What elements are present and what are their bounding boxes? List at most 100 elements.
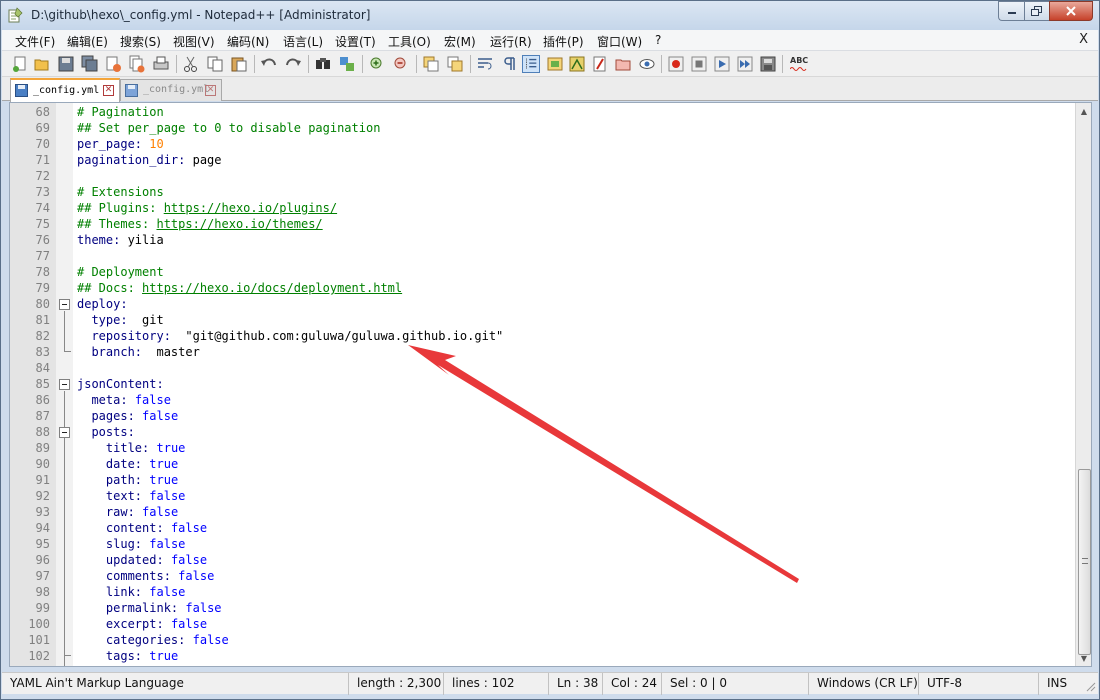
play-macro-icon[interactable] [713, 55, 731, 73]
code-line[interactable]: 77 [10, 248, 1075, 264]
code-line[interactable]: 81 type: git [10, 312, 1075, 328]
status-encoding[interactable]: UTF-8 [919, 673, 1039, 695]
indent-guide-icon[interactable] [522, 55, 540, 73]
code-line[interactable]: 76 theme: yilia [10, 232, 1075, 248]
resize-grip-icon[interactable] [1084, 680, 1096, 692]
menu-file[interactable]: 文件(F) [15, 33, 55, 50]
code-line[interactable]: 83 branch: master [10, 344, 1075, 360]
code-line[interactable]: 94 content: false [10, 520, 1075, 536]
code-line[interactable]: 71 pagination_dir: page [10, 152, 1075, 168]
menu-view[interactable]: 视图(V) [173, 33, 215, 50]
menu-language[interactable]: 语言(L) [283, 33, 323, 50]
status-insert-mode[interactable]: INS [1039, 673, 1081, 695]
url-link[interactable]: https://hexo.io/themes/ [156, 217, 322, 231]
code-line[interactable]: 101 categories: false [10, 632, 1075, 648]
menu-plugins[interactable]: 插件(P) [543, 33, 584, 50]
open-file-icon[interactable] [33, 55, 51, 73]
function-list-icon[interactable] [591, 55, 609, 73]
code-line[interactable]: 91 path: true [10, 472, 1075, 488]
scrollbar-thumb[interactable] [1078, 469, 1091, 655]
code-line[interactable]: 93 raw: false [10, 504, 1075, 520]
zoom-in-icon[interactable] [368, 55, 386, 73]
code-line[interactable]: 102 tags: true [10, 648, 1075, 664]
save-macro-icon[interactable] [759, 55, 777, 73]
word-wrap-icon[interactable] [476, 55, 494, 73]
find-icon[interactable] [314, 55, 332, 73]
vertical-scrollbar[interactable]: ▲ ▼ [1075, 103, 1091, 666]
code-editor[interactable]: 68 # Pagination 69 ## Set per_page to 0 to … [9, 102, 1092, 667]
menu-tools[interactable]: 工具(O) [388, 33, 431, 50]
redo-icon[interactable] [284, 55, 302, 73]
code-line[interactable]: 96 updated: false [10, 552, 1075, 568]
scroll-down-icon[interactable]: ▼ [1079, 654, 1089, 664]
zoom-out-icon[interactable] [392, 55, 410, 73]
code-line[interactable]: 80 deploy: [10, 296, 1075, 312]
close-tab-icon[interactable]: ✕ [205, 85, 216, 96]
code-line[interactable]: 92 text: false [10, 488, 1075, 504]
menu-window[interactable]: 窗口(W) [597, 33, 642, 50]
minimize-button[interactable] [998, 1, 1024, 21]
print-icon[interactable] [152, 55, 170, 73]
tab-config-active[interactable]: _config.yml ✕ [10, 78, 120, 102]
menu-edit[interactable]: 编辑(E) [67, 33, 108, 50]
scroll-up-icon[interactable]: ▲ [1079, 107, 1089, 117]
record-macro-icon[interactable] [667, 55, 685, 73]
code-line[interactable]: 79 ## Docs: https://hexo.io/docs/deployme… [10, 280, 1075, 296]
tab-config-inactive[interactable]: _config.yml ✕ [120, 79, 222, 101]
udl-icon[interactable] [546, 55, 564, 73]
menu-macro[interactable]: 宏(M) [444, 33, 476, 50]
stop-macro-icon[interactable] [690, 55, 708, 73]
maximize-button[interactable] [1024, 1, 1049, 21]
close-all-icon[interactable] [128, 55, 146, 73]
code-line[interactable]: 70 per_page: 10 [10, 136, 1075, 152]
code-line[interactable]: 100 excerpt: false [10, 616, 1075, 632]
monitoring-icon[interactable] [638, 55, 656, 73]
menu-run[interactable]: 运行(R) [490, 33, 532, 50]
undo-icon[interactable] [260, 55, 278, 73]
paste-icon[interactable] [230, 55, 248, 73]
show-all-chars-icon[interactable] [500, 55, 518, 73]
code-line[interactable]: 75 ## Themes: https://hexo.io/themes/ [10, 216, 1075, 232]
code-line[interactable]: 90 date: true [10, 456, 1075, 472]
close-file-icon[interactable] [104, 55, 122, 73]
new-file-icon[interactable] [11, 55, 29, 73]
menu-help[interactable]: ? [655, 33, 661, 47]
code-line[interactable]: 72 [10, 168, 1075, 184]
code-line[interactable]: 88 posts: [10, 424, 1075, 440]
spellcheck-icon[interactable]: ABC [788, 55, 810, 73]
code-line[interactable]: 73 # Extensions [10, 184, 1075, 200]
code-line[interactable]: 97 comments: false [10, 568, 1075, 584]
code-line[interactable]: 78 # Deployment [10, 264, 1075, 280]
url-link[interactable]: https://hexo.io/docs/deployment.html [142, 281, 402, 295]
title-bar[interactable]: D:\github\hexo\_config.yml - Notepad++ [… [1, 1, 1099, 30]
code-line[interactable]: 68 # Pagination [10, 104, 1075, 120]
close-document-button[interactable]: X [1079, 32, 1088, 47]
code-line[interactable]: 85 jsonContent: [10, 376, 1075, 392]
sync-horizontal-icon[interactable] [446, 55, 464, 73]
copy-icon[interactable] [206, 55, 224, 73]
url-link[interactable]: https://hexo.io/plugins/ [164, 201, 337, 215]
save-all-icon[interactable] [81, 55, 99, 73]
code-line[interactable]: 86 meta: false [10, 392, 1075, 408]
menu-encoding[interactable]: 编码(N) [227, 33, 269, 50]
code-line[interactable]: 74 ## Plugins: https://hexo.io/plugins/ [10, 200, 1075, 216]
replace-icon[interactable] [338, 55, 356, 73]
code-line[interactable]: 84 [10, 360, 1075, 376]
cut-icon[interactable] [182, 55, 200, 73]
code-line[interactable]: 69 ## Set per_page to 0 to disable pagina… [10, 120, 1075, 136]
run-macro-multiple-icon[interactable] [736, 55, 754, 73]
code-line[interactable]: 95 slug: false [10, 536, 1075, 552]
menu-search[interactable]: 搜索(S) [120, 33, 161, 50]
status-eol[interactable]: Windows (CR LF) [809, 673, 919, 695]
save-icon[interactable] [57, 55, 75, 73]
close-tab-icon[interactable]: ✕ [103, 85, 114, 96]
code-line[interactable]: 98 link: false [10, 584, 1075, 600]
code-line[interactable]: 89 title: true [10, 440, 1075, 456]
code-line[interactable]: 82 repository: "git@github.com:guluwa/gu… [10, 328, 1075, 344]
code-line[interactable]: 87 pages: false [10, 408, 1075, 424]
folder-workspace-icon[interactable] [614, 55, 632, 73]
menu-settings[interactable]: 设置(T) [335, 33, 376, 50]
sync-vertical-icon[interactable] [422, 55, 440, 73]
code-line[interactable]: 99 permalink: false [10, 600, 1075, 616]
doc-map-icon[interactable] [568, 55, 586, 73]
